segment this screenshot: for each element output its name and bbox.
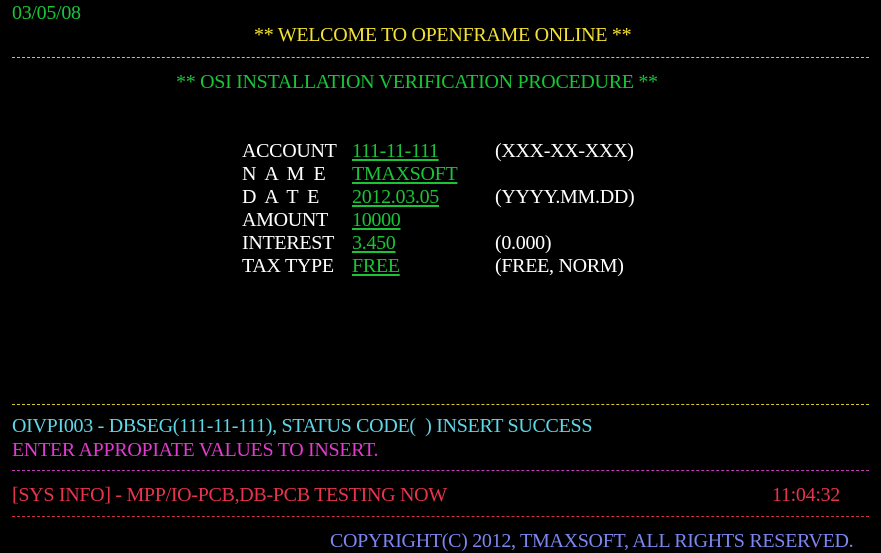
label-name: N A M E (242, 163, 328, 185)
status-message: OIVPI003 - DBSEG(111-11-111), STATUS COD… (12, 415, 593, 437)
divider-messages (12, 404, 869, 405)
divider-top (12, 57, 869, 58)
header-date: 03/05/08 (12, 2, 81, 24)
interest-field[interactable]: 3.450 (352, 232, 396, 254)
format-interest: (0.000) (495, 232, 552, 254)
copyright: COPYRIGHT(C) 2012, TMAXSOFT, ALL RIGHTS … (330, 530, 854, 552)
divider-sysinfo (12, 470, 869, 471)
account-field[interactable]: 111-11-111 (352, 140, 439, 162)
sysinfo-text: [SYS INFO] - MPP/IO-PCB,DB-PCB TESTING N… (12, 484, 447, 506)
label-amount: AMOUNT (242, 209, 328, 231)
date-field[interactable]: 2012.03.05 (352, 186, 439, 208)
tax-type-field[interactable]: FREE (352, 255, 400, 277)
label-account: ACCOUNT (242, 140, 337, 162)
label-interest: INTEREST (242, 232, 335, 254)
prompt-message: ENTER APPROPIATE VALUES TO INSERT. (12, 439, 379, 461)
label-tax-type: TAX TYPE (242, 255, 334, 277)
divider-footer (12, 516, 869, 517)
format-date: (YYYY.MM.DD) (495, 186, 635, 208)
format-tax-type: (FREE, NORM) (495, 255, 624, 277)
format-account: (XXX-XX-XXX) (495, 140, 634, 162)
sysinfo-time: 11:04:32 (772, 484, 840, 506)
subtitle: ** OSI INSTALLATION VERIFICATION PROCEDU… (176, 71, 658, 93)
amount-field[interactable]: 10000 (352, 209, 401, 231)
terminal-screen: 03/05/08 ** WELCOME TO OPENFRAME ONLINE … (0, 0, 881, 553)
label-date: D A T E (242, 186, 322, 208)
name-field[interactable]: TMAXSOFT (352, 163, 462, 185)
header-title: ** WELCOME TO OPENFRAME ONLINE ** (254, 24, 632, 46)
